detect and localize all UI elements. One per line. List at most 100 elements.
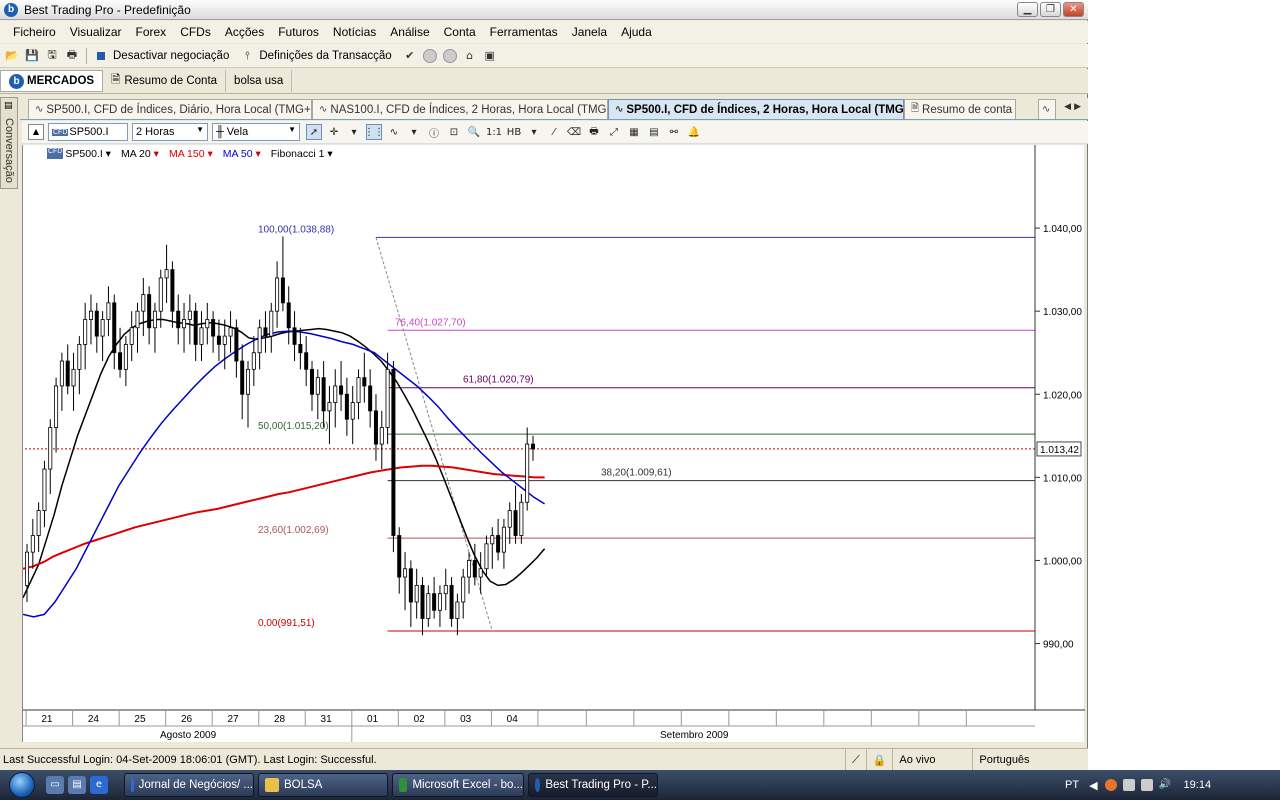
chart-canvas[interactable]: 100,00(1.038,88) 76,40(1.027,70) 61,80(1.0… [23,145,1085,742]
close-button[interactable]: ✕ [1063,2,1084,17]
menu-janela[interactable]: Janela [565,25,614,39]
hb-icon[interactable]: HB [506,124,522,140]
internet-explorer-icon[interactable]: e [90,776,108,794]
zoom-box-icon[interactable]: ⊡ [446,124,462,140]
menu-futuros[interactable]: Futuros [271,25,326,39]
link-icon[interactable]: ⚯ [666,124,682,140]
signal-icon[interactable]: ⟋ [845,749,866,771]
tray-expand-icon[interactable]: ◀ [1089,779,1097,792]
candle-up [501,526,506,553]
price-chart[interactable]: 100,00(1.038,88) 76,40(1.027,70) 61,80(1.0… [22,145,1085,742]
crosshair-icon[interactable]: ✛ [326,124,342,140]
dropdown-arrow-icon[interactable]: ▾ [346,124,362,140]
deactivate-trading-button[interactable]: Desactivar negociação [113,50,229,62]
candle-down [211,319,216,337]
window-icon[interactable]: ▣ [482,48,498,64]
antivirus-icon[interactable] [1104,779,1117,791]
candle-up [478,568,483,578]
tab-nas100-2h[interactable]: ∿ NAS100.I, CFD de Índices, 2 Horas, Hor… [312,99,608,119]
zoom-icon[interactable]: 🔍 [466,124,482,140]
save-icon[interactable]: 💾 [24,48,40,64]
print-chart-icon[interactable]: 🖶 [586,124,602,140]
switch-windows-icon[interactable]: ▤ [68,776,86,794]
taskbar-item-jornal[interactable]: Jornal de Negócios/ ... [124,773,254,797]
tab-account-summary[interactable]: 🗎 Resumo de conta [904,99,1016,119]
chart-tab-row: ∿ SP500.I, CFD de Índices, Diário, Hora … [20,98,1088,120]
symbol-selector[interactable]: CFD SP500.I [48,123,128,141]
taskbar-item-best-trading[interactable]: Best Trading Pro - P... [528,773,658,797]
legend-fibonacci[interactable]: Fibonacci 1 ▾ [271,148,333,160]
candle-down [118,352,123,370]
legend-symbol[interactable]: SP500.I ▾ [65,148,111,160]
markets-label: MERCADOS [27,75,95,87]
network-icon[interactable] [1122,779,1135,791]
volume-icon[interactable]: 🔊 [1159,779,1171,791]
print-icon[interactable]: 🖶 [64,48,80,64]
home-icon[interactable]: ⌂ [462,48,478,64]
stop-trading-icon[interactable] [93,48,109,64]
transaction-settings-button[interactable]: Definições da Transacção [259,50,391,62]
tab-sp500-daily[interactable]: ∿ SP500.I, CFD de Índices, Diário, Hora … [28,99,312,119]
menu-noticias[interactable]: Notícias [326,25,383,39]
menu-visualizar[interactable]: Visualizar [63,25,129,39]
eraser-icon[interactable]: ⌫ [566,124,582,140]
candle-up [71,368,76,387]
checkmark-icon[interactable]: ✔ [402,48,418,64]
collapse-icon[interactable]: ▲ [28,124,44,140]
disabled-action-icon[interactable] [422,48,437,63]
legend-ma150[interactable]: MA 150 ▾ [169,148,213,160]
alert-bell-icon[interactable]: 🔔 [686,124,702,140]
candle-up [205,319,210,329]
template-icon[interactable]: ▦ [626,124,642,140]
conversation-side-panel[interactable]: ▤ Conversação [0,97,18,189]
indicator-icon[interactable]: ∿ [386,124,402,140]
moving-averages [23,318,546,618]
legend-ma20[interactable]: MA 20 ▾ [121,148,159,160]
tab-scroll-arrows-icon[interactable]: ◀▶ [1064,102,1084,112]
trendline-icon[interactable]: ⁄ [546,124,562,140]
save-as-icon[interactable]: 🖫 [44,48,60,64]
account-summary-button[interactable]: 🗎 Resumo de Conta [103,70,227,92]
taskbar-label: Jornal de Negócios/ ... [138,779,253,791]
chart-style-select[interactable]: ╫ Vela ▼ [212,123,300,141]
chart-line-icon: ∿ [615,104,624,115]
menu-ficheiro[interactable]: Ficheiro [6,25,63,39]
monitor-icon[interactable] [1140,779,1153,791]
disabled-action-icon[interactable] [442,48,457,63]
dropdown-arrow-icon[interactable]: ▾ [406,124,422,140]
chart-toolbar: ▲ CFD SP500.I 2 Horas ▼ ╫ Vela ▼ ➚ ✛ ▾ ⋮… [22,121,1088,144]
menu-analise[interactable]: Análise [383,25,436,39]
maximize-button[interactable]: ❐ [1040,2,1061,17]
info-icon[interactable]: ⓘ [426,124,442,140]
excel-icon [399,778,408,792]
open-folder-icon[interactable]: 📂 [4,48,20,64]
dropdown-arrow-icon[interactable]: ▾ [526,124,542,140]
menu-cfds[interactable]: CFDs [173,25,218,39]
tab-sp500-2h[interactable]: ∿ SP500.I, CFD de Índices, 2 Horas, Hora… [608,99,904,119]
zoom-reset-icon[interactable]: 1:1 [486,124,502,140]
markets-button[interactable]: b MERCADOS [0,70,104,92]
expand-icon[interactable]: ⤢ [606,124,622,140]
show-desktop-icon[interactable]: ▭ [46,776,64,794]
grid-icon[interactable]: ⋮⋮ [364,124,384,140]
menu-forex[interactable]: Forex [129,25,174,39]
tab-overflow[interactable]: ∿ [1038,99,1056,119]
menu-conta[interactable]: Conta [437,25,483,39]
language-indicator[interactable]: PT [1065,779,1079,791]
bolsa-usa-button[interactable]: bolsa usa [226,70,293,92]
menu-ferramentas[interactable]: Ferramentas [483,25,565,39]
taskbar-label: Microsoft Excel - bo... [412,779,523,791]
taskbar-item-bolsa[interactable]: BOLSA [258,773,388,797]
menu-accoes[interactable]: Acções [218,25,271,39]
menu-ajuda[interactable]: Ajuda [614,25,659,39]
legend-ma50[interactable]: MA 50 ▾ [223,148,261,160]
clock[interactable]: 19:14 [1184,779,1212,791]
minimize-button[interactable]: ▁ [1017,2,1038,17]
cursor-icon[interactable]: ➚ [306,124,322,140]
start-button[interactable] [0,770,44,800]
table-icon[interactable]: ▤ [646,124,662,140]
period-select[interactable]: 2 Horas ▼ [132,123,208,141]
menu-bar: Ficheiro Visualizar Forex CFDs Acções Fu… [0,21,1088,43]
time-day-label: 21 [41,714,53,725]
taskbar-item-excel[interactable]: Microsoft Excel - bo... [392,773,524,797]
